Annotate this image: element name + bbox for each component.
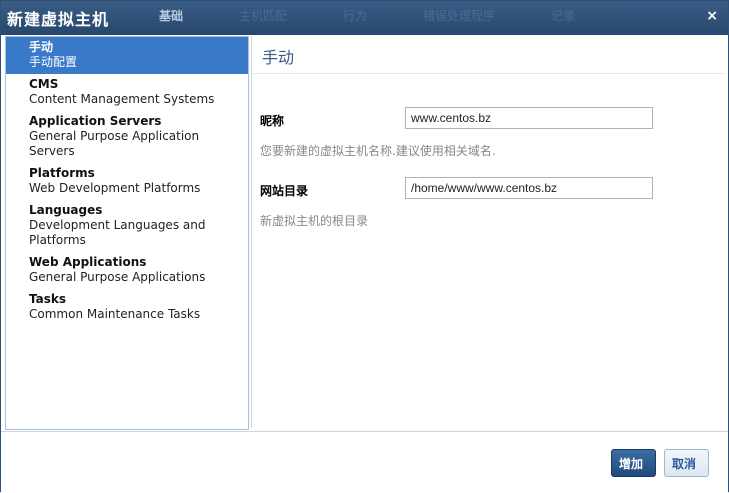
sidebar-item-title: 手动 [29,40,54,54]
sidebar-item-desc: 手动配置 [29,55,78,69]
tab-host-match[interactable]: 主机匹配 [211,1,315,35]
sidebar-item-desc: General Purpose Applications [29,270,206,284]
sidebar-item-languages[interactable]: Languages Development Languages and Plat… [6,200,248,252]
sidebar-item-manual[interactable]: 手动 手动配置 [6,37,248,74]
nickname-input[interactable] [405,107,653,129]
sidebar-item-web-applications[interactable]: Web Applications General Purpose Applica… [6,252,248,289]
sidebar-item-desc: Web Development Platforms [29,181,201,195]
sidebar-item-desc: General Purpose Application Servers [29,129,200,158]
sidebar-item-tasks[interactable]: Tasks Common Maintenance Tasks [6,289,248,326]
new-virtual-host-dialog: 基础 主机匹配 行为 错误处理程序 记录 新建虚拟主机 × 手动 手动配置 CM… [0,0,729,493]
sidebar-item-title: Languages [29,203,103,217]
sidebar-item-title: Application Servers [29,114,162,128]
sidebar-item-title: Platforms [29,166,95,180]
manual-config-panel: 手动 昵称 您要新建的虚拟主机名称.建议使用相关域名. 网站目录 新虚拟主机的根… [251,36,725,428]
sidebar-item-title: Web Applications [29,255,147,269]
sidebar-item-title: Tasks [29,292,67,306]
add-button[interactable]: 增加 [611,449,656,477]
background-tabs: 基础 主机匹配 行为 错误处理程序 记录 [131,1,603,35]
docroot-input[interactable] [405,177,653,199]
tab-behavior[interactable]: 行为 [315,1,395,35]
dialog-titlebar: 基础 主机匹配 行为 错误处理程序 记录 新建虚拟主机 × [1,1,728,35]
sidebar-item-desc: Development Languages and Platforms [29,218,206,247]
sidebar-item-cms[interactable]: CMS Content Management Systems [6,74,248,111]
sidebar-item-platforms[interactable]: Platforms Web Development Platforms [6,163,248,200]
dialog-title: 新建虚拟主机 [7,10,110,29]
cancel-button[interactable]: 取消 [664,449,709,477]
close-icon[interactable]: × [706,8,718,24]
sidebar-item-desc: Content Management Systems [29,92,215,106]
panel-title: 手动 [262,48,295,67]
dialog-footer: 增加 取消 [1,431,728,493]
nickname-label: 昵称 [260,114,285,128]
nickname-hint: 您要新建的虚拟主机名称.建议使用相关域名. [260,144,496,158]
divider [252,73,725,74]
tab-logging[interactable]: 记录 [523,1,603,35]
docroot-hint: 新虚拟主机的根目录 [260,214,369,228]
sidebar-item-application-servers[interactable]: Application Servers General Purpose Appl… [6,111,248,163]
preset-sidebar: 手动 手动配置 CMS Content Management Systems A… [5,36,249,430]
tab-basic[interactable]: 基础 [131,1,211,35]
sidebar-item-desc: Common Maintenance Tasks [29,307,201,321]
docroot-label: 网站目录 [260,184,309,198]
tab-error-handler[interactable]: 错误处理程序 [395,1,523,35]
sidebar-item-title: CMS [29,77,59,91]
